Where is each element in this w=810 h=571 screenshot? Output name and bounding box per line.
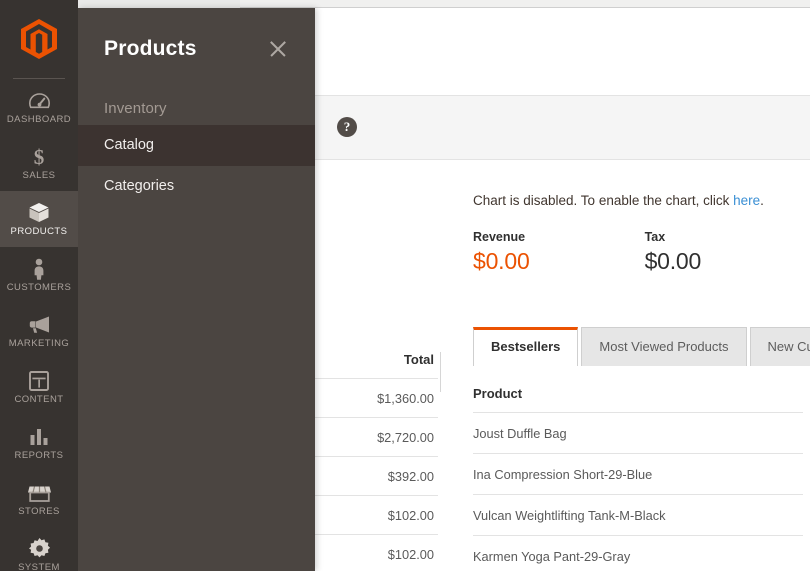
revenue-label: Revenue <box>473 230 526 244</box>
sidebar-item-label: SALES <box>22 169 56 181</box>
sidebar-item-marketing[interactable]: MARKETING <box>0 303 78 359</box>
sidebar-item-system[interactable]: SYSTEM <box>0 527 78 571</box>
chart-note-suffix: . <box>760 193 764 208</box>
sidebar-item-dashboard[interactable]: DASHBOARD <box>0 79 78 135</box>
chart-disabled-note: Chart is disabled. To enable the chart, … <box>315 160 810 208</box>
list-item[interactable]: Joust Duffle Bag <box>473 412 803 453</box>
help-question-icon[interactable]: ? <box>337 117 357 137</box>
flyout-section-label: Inventory <box>104 100 167 117</box>
list-item[interactable]: Ina Compression Short-29-Blue <box>473 453 803 494</box>
tax-label: Tax <box>644 230 666 244</box>
sidebar-item-content[interactable]: CONTENT <box>0 359 78 415</box>
gauge-icon <box>28 90 50 112</box>
flyout-title: Products <box>104 37 197 60</box>
sidebar-item-label: DASHBOARD <box>6 113 72 125</box>
flyout-header: Products <box>78 8 315 70</box>
list-item[interactable]: Karmen Yoga Pant-29-Gray <box>473 535 803 571</box>
admin-sidebar: DASHBOARD $ SALES PRODUCTS CUSTOMERS MAR… <box>0 0 78 571</box>
page-subheader-band: ? <box>315 95 810 160</box>
svg-text:$: $ <box>34 146 45 168</box>
sidebar-item-label: SYSTEM <box>18 561 60 571</box>
flyout-item-categories[interactable]: Categories <box>78 166 315 207</box>
dollar-icon: $ <box>32 146 46 168</box>
bar-chart-icon <box>29 426 49 448</box>
products-flyout-panel: Products Inventory Catalog Categories <box>78 8 315 571</box>
page-header-area <box>315 8 810 95</box>
chart-note-prefix: Chart is disabled. To enable the chart, … <box>473 193 734 208</box>
sidebar-item-label: CUSTOMERS <box>6 281 72 293</box>
sidebar-item-label: STORES <box>18 505 60 517</box>
column-header-total: Total <box>403 352 434 367</box>
tab-most-viewed-products[interactable]: Most Viewed Products <box>581 327 747 366</box>
sidebar-item-label: PRODUCTS <box>10 225 68 237</box>
total-tax: Tax $0.00 <box>645 230 702 275</box>
tab-new-customers[interactable]: New Custo <box>749 327 810 366</box>
tab-bestsellers[interactable]: Bestsellers <box>473 327 579 366</box>
person-icon <box>32 258 46 280</box>
sidebar-item-stores[interactable]: STORES <box>0 471 78 527</box>
flyout-item-catalog[interactable]: Catalog <box>78 125 315 167</box>
total-revenue: Revenue $0.00 <box>473 230 530 275</box>
sidebar-item-label: REPORTS <box>14 449 64 461</box>
close-icon[interactable] <box>265 36 291 62</box>
megaphone-icon <box>28 314 51 336</box>
sidebar-item-products[interactable]: PRODUCTS <box>0 191 78 247</box>
admin-page: ? Chart is disabled. To enable the chart… <box>0 0 810 571</box>
sidebar-item-sales[interactable]: $ SALES <box>0 135 78 191</box>
revenue-value: $0.00 <box>473 248 530 274</box>
list-item[interactable]: Vulcan Weightlifting Tank-M-Black <box>473 494 803 535</box>
sidebar-item-label: MARKETING <box>8 337 70 349</box>
enable-chart-link[interactable]: here <box>733 193 760 208</box>
sidebar-item-label: CONTENT <box>14 393 64 405</box>
totals-row: Revenue $0.00 Tax $0.00 <box>315 208 810 275</box>
magento-logo-icon[interactable] <box>0 0 78 78</box>
layout-icon <box>29 370 49 392</box>
browser-chrome-strip <box>0 0 810 8</box>
bestsellers-list: Joust Duffle Bag Ina Compression Short-2… <box>473 412 803 571</box>
table-vertical-divider <box>440 352 441 392</box>
sidebar-item-customers[interactable]: CUSTOMERS <box>0 247 78 303</box>
storefront-icon <box>27 482 51 504</box>
sidebar-item-reports[interactable]: REPORTS <box>0 415 78 471</box>
box-icon <box>28 202 50 224</box>
tax-value: $0.00 <box>644 248 702 274</box>
gear-icon <box>28 538 50 560</box>
